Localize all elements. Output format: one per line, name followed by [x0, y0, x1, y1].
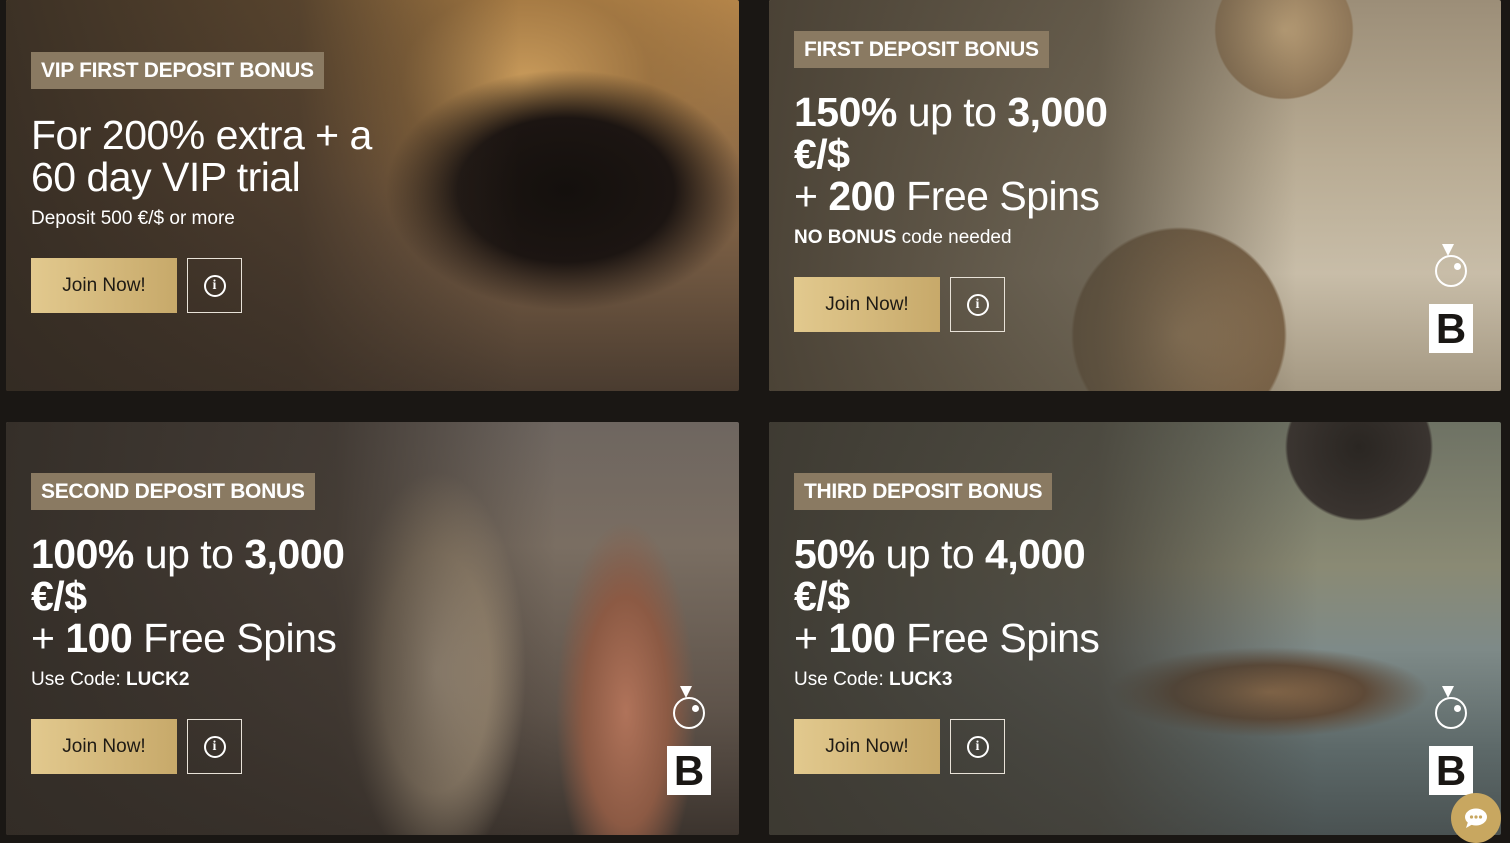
brand-logo-icon: B: [667, 686, 711, 795]
info-button[interactable]: i: [187, 258, 242, 313]
info-button[interactable]: i: [187, 719, 242, 774]
promo-headline: 150% up to 3,000 €/$ + 200 Free Spins: [794, 89, 1108, 219]
promo-badge: VIP FIRST DEPOSIT BONUS: [31, 52, 324, 89]
join-now-button[interactable]: Join Now!: [794, 277, 940, 332]
brand-logo-icon: B: [1429, 244, 1473, 353]
chat-icon: [1465, 808, 1487, 828]
promo-badge: SECOND DEPOSIT BONUS: [31, 473, 315, 510]
join-now-button[interactable]: Join Now!: [31, 719, 177, 774]
info-icon: i: [203, 735, 226, 758]
promo-subtext: Use Code: LUCK2: [31, 669, 190, 690]
promo-card-second-deposit: SECOND DEPOSIT BONUS 100% up to 3,000 €/…: [6, 422, 739, 835]
info-icon: i: [203, 274, 226, 297]
promo-headline: 100% up to 3,000 €/$ + 100 Free Spins: [31, 531, 345, 661]
join-now-button[interactable]: Join Now!: [31, 258, 177, 313]
brand-logo-icon: B: [1429, 686, 1473, 795]
promo-badge: FIRST DEPOSIT BONUS: [794, 31, 1049, 68]
info-icon: i: [966, 293, 989, 316]
promo-subtext: Use Code: LUCK3: [794, 669, 953, 690]
promo-card-vip-first-deposit: VIP FIRST DEPOSIT BONUS For 200% extra +…: [6, 0, 739, 391]
promo-headline: For 200% extra + a 60 day VIP trial: [31, 112, 372, 200]
promo-card-third-deposit: THIRD DEPOSIT BONUS 50% up to 4,000 €/$ …: [769, 422, 1501, 835]
promo-headline: 50% up to 4,000 €/$ + 100 Free Spins: [794, 531, 1100, 661]
info-button[interactable]: i: [950, 719, 1005, 774]
join-now-button[interactable]: Join Now!: [794, 719, 940, 774]
chat-button[interactable]: [1451, 793, 1501, 843]
promo-card-first-deposit: FIRST DEPOSIT BONUS 150% up to 3,000 €/$…: [769, 0, 1501, 391]
promo-badge: THIRD DEPOSIT BONUS: [794, 473, 1053, 510]
promo-subtext: Deposit 500 €/$ or more: [31, 208, 235, 229]
promo-subtext: NO BONUS code needed: [794, 227, 1012, 248]
info-icon: i: [966, 735, 989, 758]
info-button[interactable]: i: [950, 277, 1005, 332]
